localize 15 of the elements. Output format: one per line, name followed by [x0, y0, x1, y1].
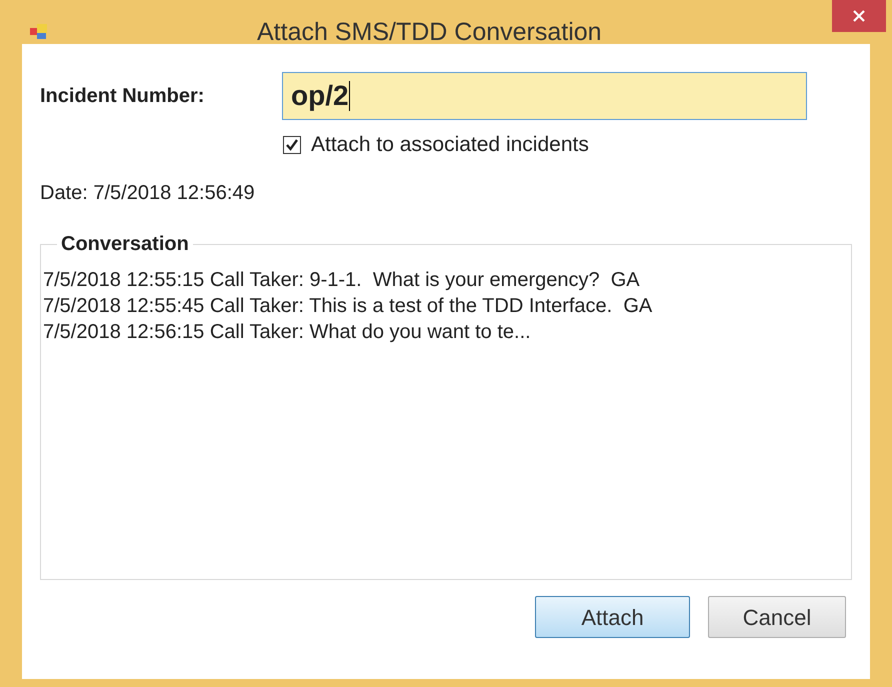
attach-associated-checkbox[interactable] — [283, 136, 301, 154]
conversation-line: 7/5/2018 12:55:45 Call Taker: This is a test of the TDD Interface. GA — [42, 294, 654, 319]
window-title: Attach SMS/TDD Conversation — [257, 17, 602, 48]
checkmark-icon — [285, 138, 299, 152]
close-icon — [853, 10, 865, 22]
incident-number-label: Incident Number: — [40, 84, 206, 109]
close-button[interactable] — [832, 0, 886, 32]
conversation-line: 7/5/2018 12:55:15 Call Taker: 9-1-1. What is your emergency? GA — [42, 268, 641, 293]
attach-associated-label: Attach to associated incidents — [311, 132, 589, 158]
dialog-button[interactable]: Cancel — [708, 596, 846, 638]
conversation-line: 7/5/2018 12:56:15 Call Taker: What do you want to te... — [42, 320, 532, 345]
dialog-button[interactable]: Attach — [535, 596, 690, 638]
date-text: Date: 7/5/2018 12:56:49 — [40, 181, 256, 206]
app-icon — [30, 24, 48, 40]
incident-number-field[interactable]: op/2 — [282, 72, 807, 120]
